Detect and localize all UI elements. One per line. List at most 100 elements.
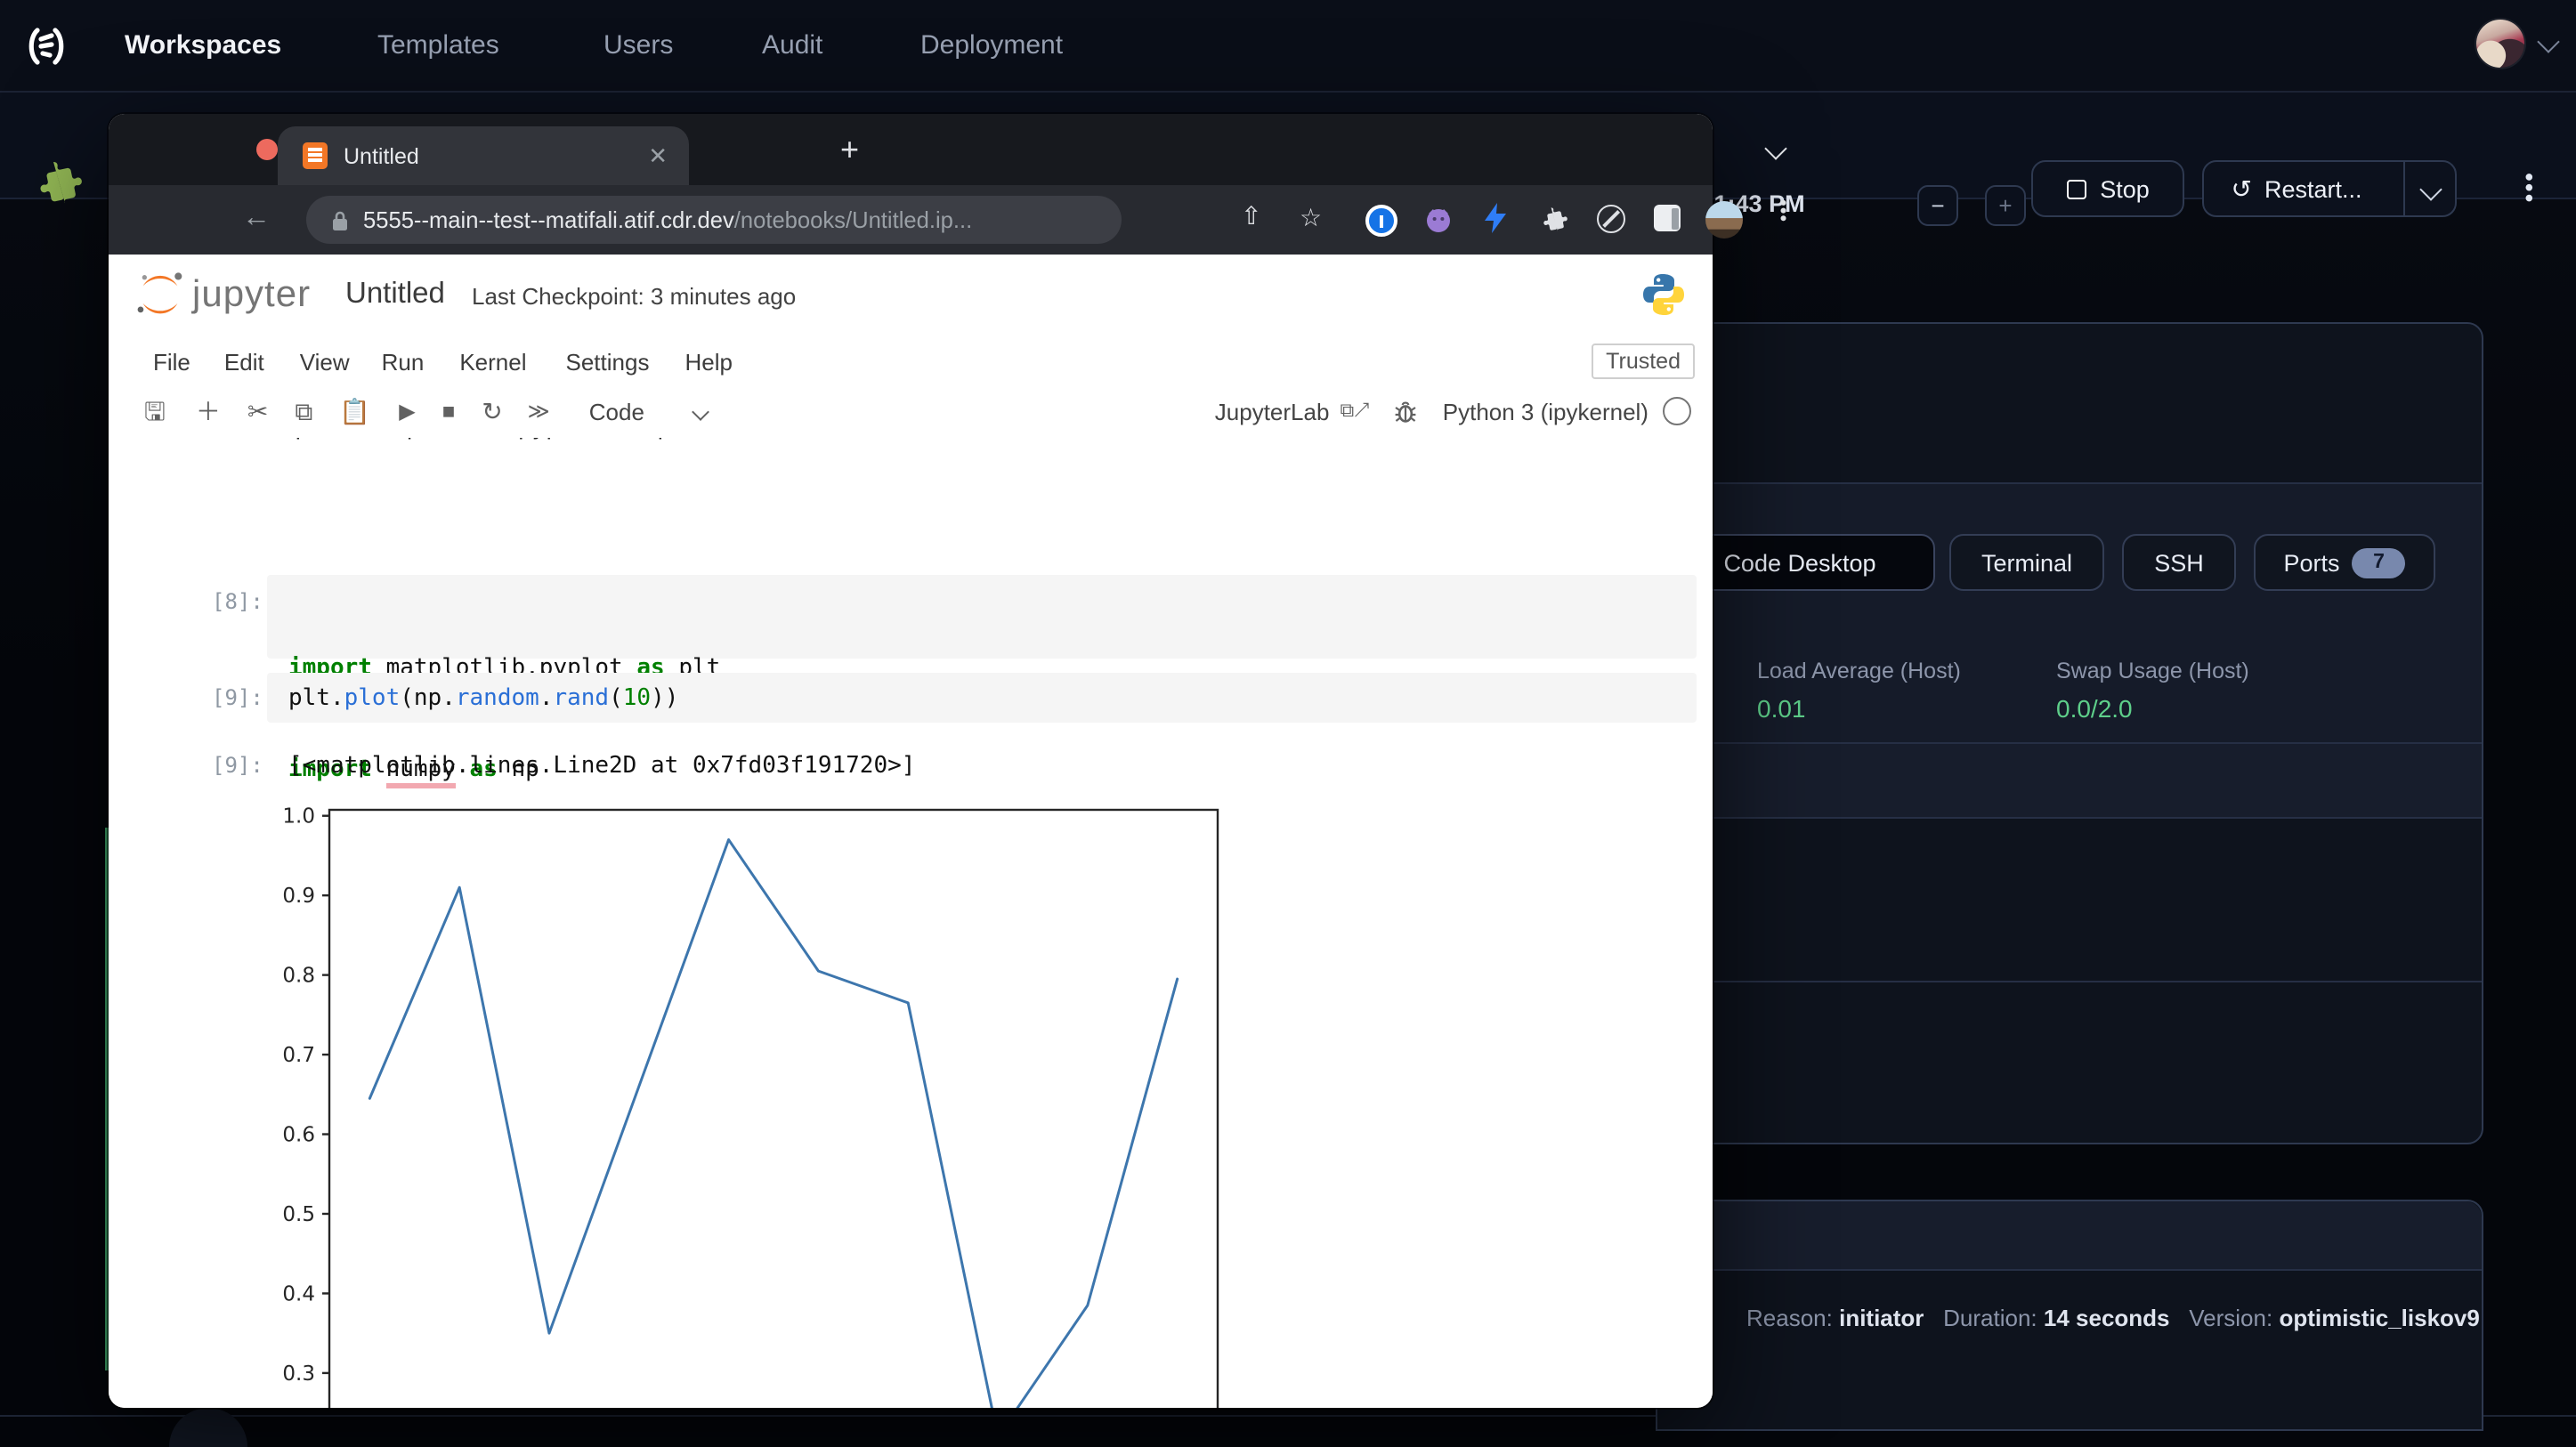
stop-icon bbox=[2066, 179, 2086, 198]
run-cell-icon[interactable]: ▶ bbox=[399, 400, 415, 422]
github-extension-icon[interactable] bbox=[1424, 206, 1453, 233]
nav-item-workspaces[interactable]: Workspaces bbox=[125, 30, 281, 61]
kebab-menu-icon[interactable]: ••• bbox=[2515, 173, 2544, 204]
workspace-card bbox=[1656, 322, 2483, 1144]
version-label: Version: bbox=[2189, 1305, 2272, 1331]
jupyter-favicon bbox=[303, 142, 328, 169]
copy-cell-icon[interactable]: ⧉ bbox=[295, 399, 312, 424]
ports-count-badge: 7 bbox=[2353, 547, 2406, 578]
nav-item-templates[interactable]: Templates bbox=[377, 30, 499, 61]
cell-prompt: [8]: bbox=[212, 589, 263, 614]
svg-text:0.5: 0.5 bbox=[282, 1203, 315, 1226]
address-bar[interactable]: 5555--main--test--matifali.atif.cdr.dev/… bbox=[306, 196, 1122, 244]
onepassword-extension-icon[interactable] bbox=[1365, 205, 1397, 237]
notebook-title[interactable]: Untitled bbox=[345, 278, 445, 311]
nav-item-deployment[interactable]: Deployment bbox=[920, 30, 1063, 61]
tab-title: Untitled bbox=[344, 143, 648, 168]
stop-label: Stop bbox=[2100, 175, 2150, 202]
zoom-out-button[interactable]: − bbox=[1917, 185, 1958, 226]
nav-item-users[interactable]: Users bbox=[603, 30, 673, 61]
tab-close-icon[interactable]: ✕ bbox=[648, 141, 668, 170]
add-cell-icon[interactable]: ＋ bbox=[196, 399, 221, 424]
code-cell-9[interactable]: plt.plot(np.random.rand(10)) bbox=[267, 673, 1697, 723]
menu-help[interactable]: Help bbox=[685, 348, 733, 375]
stat-load-average: Load Average (Host) 0.01 bbox=[1757, 659, 1961, 723]
browser-tab[interactable]: Untitled ✕ bbox=[278, 126, 689, 185]
code-line: plt.plot(np.random.rand(10)) bbox=[267, 673, 1697, 715]
bookmark-star-icon[interactable]: ☆ bbox=[1300, 203, 1322, 233]
coder-logo-icon[interactable] bbox=[25, 23, 71, 69]
close-window-button[interactable] bbox=[256, 139, 278, 160]
ssh-button[interactable]: SSH bbox=[2122, 534, 2236, 591]
extensions-puzzle-icon[interactable] bbox=[1540, 205, 1568, 233]
cell-type-chevron-icon[interactable] bbox=[692, 402, 709, 420]
nav-item-audit[interactable]: Audit bbox=[762, 30, 822, 61]
ssh-label: SSH bbox=[2154, 549, 2204, 576]
card-divider bbox=[1657, 1269, 2482, 1271]
cut-cell-icon[interactable]: ✂ bbox=[247, 399, 268, 424]
code-desktop-label: Code Desktop bbox=[1723, 549, 1875, 576]
menu-run[interactable]: Run bbox=[382, 348, 425, 375]
svg-text:0.7: 0.7 bbox=[282, 1044, 315, 1067]
coder-top-nav: Workspaces Templates Users Audit Deploym… bbox=[0, 0, 2576, 93]
cell-prompt: [9]: bbox=[212, 685, 263, 710]
python-logo[interactable] bbox=[1640, 271, 1688, 319]
menu-kernel[interactable]: Kernel bbox=[459, 348, 526, 375]
restart-dropdown[interactable] bbox=[2403, 162, 2455, 215]
jupyter-menubar: File Edit View Run Kernel Settings Help … bbox=[109, 336, 1713, 388]
user-avatar[interactable] bbox=[2476, 20, 2524, 68]
jupyterlab-link[interactable]: JupyterLab bbox=[1215, 398, 1330, 424]
zoom-in-button[interactable]: + bbox=[1985, 185, 2026, 226]
side-panel-icon[interactable] bbox=[1654, 205, 1681, 231]
svg-text:0.6: 0.6 bbox=[282, 1124, 315, 1147]
trusted-button[interactable]: Trusted bbox=[1592, 344, 1695, 379]
zoom-in-label: + bbox=[1998, 192, 2012, 219]
output-text: [<matplotlib.lines.Line2D at 0x7fd03f191… bbox=[288, 749, 915, 783]
menu-view[interactable]: View bbox=[300, 348, 350, 375]
new-tab-button[interactable]: + bbox=[840, 132, 859, 169]
menu-edit[interactable]: Edit bbox=[224, 348, 264, 375]
code-cell-8[interactable]: import matplotlib.pyplot as plt import n… bbox=[267, 575, 1697, 659]
zoom-out-label: − bbox=[1931, 192, 1944, 219]
extension-puzzle-icon bbox=[34, 158, 84, 205]
svg-text:0.8: 0.8 bbox=[282, 965, 315, 988]
menu-file[interactable]: File bbox=[153, 348, 190, 375]
restart-main[interactable]: ↺ Restart... bbox=[2204, 174, 2389, 204]
menu-settings[interactable]: Settings bbox=[566, 348, 650, 375]
blocker-extension-icon[interactable] bbox=[1597, 205, 1625, 233]
stat-swap-usage: Swap Usage (Host) 0.0/2.0 bbox=[2056, 659, 2249, 723]
svg-text:0.9: 0.9 bbox=[282, 885, 315, 908]
browser-menu-kebab-icon[interactable]: ••• bbox=[1771, 199, 1793, 222]
url-path: /notebooks/Untitled.ip... bbox=[734, 206, 973, 233]
duration-value: 14 seconds bbox=[2044, 1305, 2170, 1331]
back-icon[interactable]: ← bbox=[242, 203, 271, 235]
ports-button[interactable]: Ports 7 bbox=[2254, 534, 2435, 591]
url-host: 5555--main--test--matifali.atif.cdr.dev bbox=[363, 206, 734, 233]
stat-value: 0.0/2.0 bbox=[2056, 694, 2249, 723]
jupyter-wordmark: jupyter bbox=[192, 274, 311, 317]
build-card-header bbox=[1657, 1201, 2482, 1269]
stop-kernel-icon[interactable]: ■ bbox=[442, 400, 456, 422]
lightning-extension-icon[interactable] bbox=[1485, 203, 1506, 233]
debugger-bug-icon[interactable] bbox=[1395, 400, 1418, 423]
restart-kernel-icon[interactable]: ↻ bbox=[482, 399, 502, 424]
terminal-button[interactable]: Terminal bbox=[1949, 534, 2104, 591]
external-link-icon: ⧉↗ bbox=[1340, 401, 1369, 421]
kernel-name[interactable]: Python 3 (ipykernel) bbox=[1443, 398, 1648, 424]
restart-label: Restart... bbox=[2264, 175, 2362, 202]
restart-button[interactable]: ↺ Restart... bbox=[2202, 160, 2457, 217]
ports-label: Ports bbox=[2283, 549, 2339, 576]
scrolled-cell-remnant: import matplotlib.pyplot as plt bbox=[267, 438, 1193, 450]
jupyter-logo bbox=[134, 269, 187, 322]
cell-type-select[interactable]: Code bbox=[589, 398, 644, 424]
browser-profile-avatar[interactable] bbox=[1705, 201, 1743, 238]
share-icon[interactable]: ⇧ bbox=[1241, 201, 1261, 231]
stat-label: Swap Usage (Host) bbox=[2056, 659, 2249, 683]
card-subheader-row bbox=[1657, 744, 2482, 817]
paste-cell-icon[interactable]: 📋 bbox=[339, 399, 370, 424]
chevron-down-icon[interactable] bbox=[2537, 30, 2559, 53]
save-icon[interactable]: 🖫 bbox=[144, 399, 166, 424]
output-prompt: [9]: bbox=[212, 753, 263, 778]
run-all-icon[interactable]: ≫ bbox=[528, 400, 550, 422]
stop-button[interactable]: Stop bbox=[2031, 160, 2184, 217]
